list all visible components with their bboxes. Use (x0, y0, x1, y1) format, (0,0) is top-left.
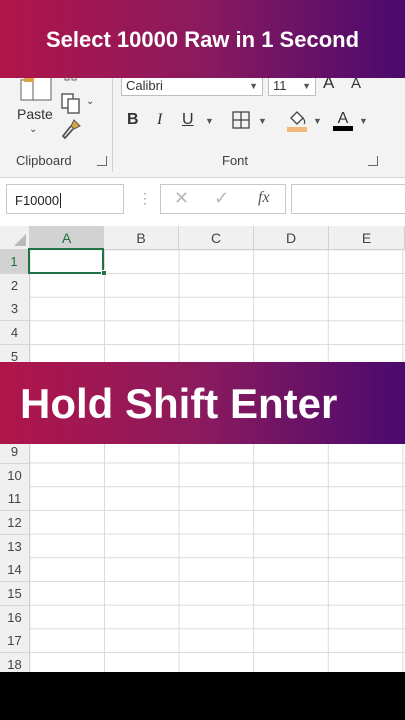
name-box[interactable]: F10000 (6, 184, 124, 214)
select-all-button[interactable] (0, 226, 30, 250)
font-color-chevron-down-icon[interactable]: ▼ (359, 116, 368, 126)
row-header[interactable]: 13 (0, 535, 30, 559)
select-all-triangle-icon (14, 234, 26, 246)
worksheet-grid[interactable]: A B C D E 1 2 3 4 5 9 10 11 12 13 14 15 … (0, 226, 405, 672)
font-color-icon[interactable]: A (332, 108, 354, 132)
copy-icon[interactable] (60, 92, 82, 114)
fill-handle[interactable] (101, 270, 107, 276)
font-size-value: 11 (273, 78, 287, 93)
row-header[interactable]: 12 (0, 511, 30, 535)
copy-dropdown-chevron-icon[interactable]: ⌄ (86, 96, 94, 107)
active-cell-a1[interactable] (28, 248, 104, 274)
font-name-value: Calibri (126, 78, 163, 93)
excel-window: Paste ⌄ ⌄ Clipboard Calibri ▼ 11 ▼ A A B… (0, 0, 405, 672)
paste-button-label[interactable]: Paste (17, 106, 53, 122)
fill-color-icon[interactable] (286, 109, 308, 133)
paste-icon[interactable] (20, 74, 54, 102)
bold-button[interactable]: B (127, 111, 139, 129)
cell-area[interactable] (30, 250, 405, 672)
row-header[interactable]: 14 (0, 558, 30, 582)
column-header-d[interactable]: D (254, 226, 329, 250)
cancel-icon[interactable]: ✕ (174, 188, 189, 209)
clipboard-group-label: Clipboard (16, 153, 72, 168)
row-header[interactable]: 3 (0, 297, 30, 321)
paste-dropdown-chevron-icon[interactable]: ⌄ (29, 124, 37, 135)
formula-input[interactable] (291, 184, 405, 214)
font-dialog-launcher-icon[interactable] (368, 156, 378, 166)
clipboard-dialog-launcher-icon[interactable] (97, 156, 107, 166)
font-color-glyph: A (338, 110, 349, 127)
column-header-b[interactable]: B (104, 226, 179, 250)
text-cursor (60, 193, 62, 208)
row-header[interactable]: 10 (0, 464, 30, 488)
font-group-label: Font (222, 153, 249, 168)
underline-chevron-down-icon[interactable]: ▼ (205, 116, 214, 126)
column-header-e[interactable]: E (329, 226, 405, 250)
row-header[interactable]: 16 (0, 606, 30, 630)
column-header-c[interactable]: C (179, 226, 254, 250)
column-header-a[interactable]: A (30, 226, 104, 250)
bottom-black-bar (0, 672, 405, 720)
row-header[interactable]: 18 (0, 653, 30, 672)
middle-caption-text: Hold Shift Enter (20, 380, 338, 427)
chevron-down-icon: ▼ (249, 81, 258, 91)
row-header[interactable]: 11 (0, 487, 30, 511)
row-header[interactable]: 1 (0, 250, 30, 274)
row-header[interactable]: 2 (0, 274, 30, 298)
underline-button[interactable]: U (182, 111, 194, 129)
row-header[interactable]: 17 (0, 629, 30, 653)
italic-button[interactable]: I (157, 111, 162, 129)
format-painter-icon[interactable] (60, 118, 82, 140)
fill-color-chevron-down-icon[interactable]: ▼ (313, 116, 322, 126)
borders-chevron-down-icon[interactable]: ▼ (258, 116, 267, 126)
row-header[interactable]: 4 (0, 321, 30, 345)
ribbon-group-divider (112, 76, 113, 172)
name-box-value: F10000 (15, 193, 60, 208)
chevron-down-icon: ▼ (302, 81, 311, 91)
insert-function-icon[interactable]: fx (258, 189, 270, 207)
top-caption-text: Select 10000 Raw in 1 Second (45, 27, 360, 52)
enter-icon[interactable]: ✓ (214, 188, 229, 209)
borders-icon[interactable] (232, 111, 250, 129)
row-header[interactable]: 15 (0, 582, 30, 606)
formula-bar-grip-icon[interactable]: ⋮ (138, 190, 152, 207)
